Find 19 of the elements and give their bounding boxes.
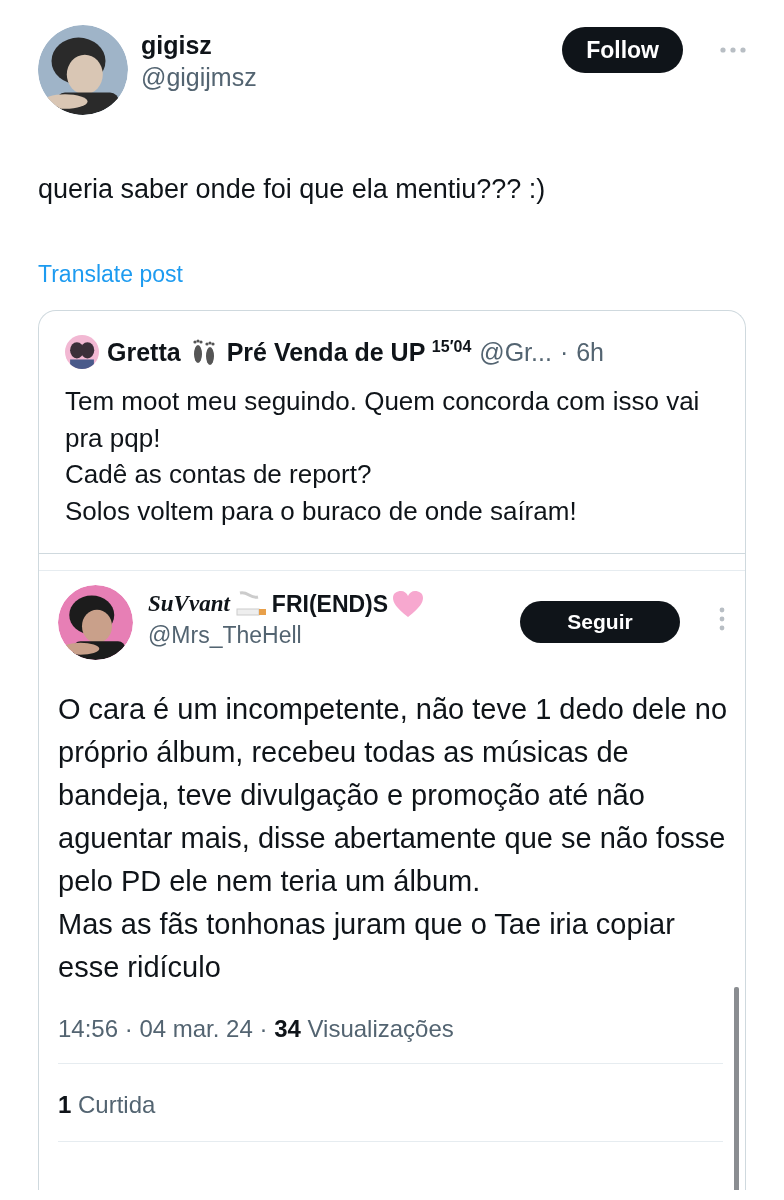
post-text: queria saber onde foi que ela mentiu??? :)	[38, 173, 547, 206]
author-name-suffix[interactable]: FRI(END)S	[271, 590, 389, 618]
quoted-text-line: Solos voltem para o buraco de onde saíram!	[65, 494, 578, 528]
post-time[interactable]: 6h	[576, 337, 605, 367]
author-name[interactable]: gigisz	[141, 29, 550, 61]
quoted-text-line: Cadê as contas de report?	[65, 458, 373, 491]
like-count[interactable]: 1 Curtida	[58, 1064, 723, 1142]
author-name[interactable]: SuVvant	[148, 591, 230, 617]
author-handle[interactable]: @Mrs_TheHell	[148, 619, 505, 651]
follow-button[interactable]: Seguir	[520, 601, 680, 643]
separator: ·	[559, 337, 569, 367]
author-handle[interactable]: @gigijmsz	[141, 61, 550, 93]
quoted-text-line: Tem moot meu seguindo. Quem concorda com isso vai pra pqp!	[65, 385, 701, 455]
author-handle[interactable]: @Gr...	[479, 337, 552, 367]
post-text: O cara é um incompetente, não teve 1 dedo dele no próprio álbum, recebeu todas as músicas de bandeja, teve divulgação e promoção até não aguentar mais, disse abertamente que se não fosse pelo PD ele nem teria um álbum. Mas as fãs tonhonas juram que o Tae iria copiar esse ridículo	[58, 692, 729, 985]
follow-button[interactable]: Follow	[562, 27, 683, 73]
post-meta: 14:56 · 04 mar. 24 · 34 Visualizações	[58, 1015, 723, 1064]
author-name[interactable]: Gretta	[107, 337, 181, 367]
author-name-suffix[interactable]: Pré Venda de UP $^{15′04}$	[226, 337, 472, 367]
